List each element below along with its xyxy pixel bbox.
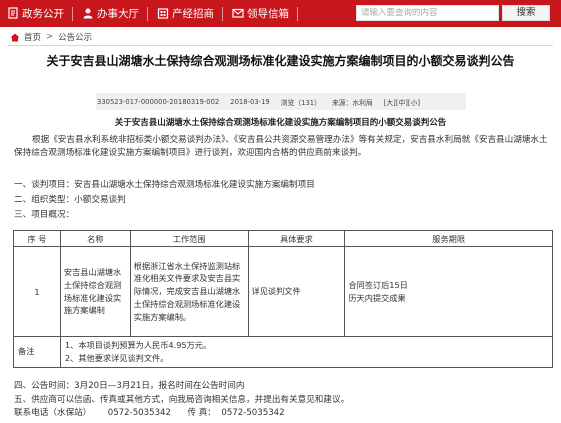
search-input[interactable]: 请输入要查询的内容 (356, 5, 499, 21)
cell-scope: 根据浙江省水土保持监测站标准化相关文件要求及安吉县实际情况，完成安吉县山湖塘水土… (129, 246, 249, 337)
note-label: 备注 (13, 336, 61, 368)
view-count: 浏览（131） (280, 98, 321, 107)
font-size-switch[interactable]: [大][中][小] (384, 97, 420, 107)
item-organization-type: 二、组织类型：小额交易谈判 (14, 195, 126, 205)
item-project: 一、谈判项目：安吉县山湖塘水土保持综合观测场标准化建设实施方案编制项目 (14, 180, 315, 190)
nav-item-investment[interactable]: 产经招商 (148, 0, 222, 27)
period-text: 合同签订后15日历天内提交成果 (348, 279, 408, 303)
breadcrumb-separator: > (46, 32, 54, 42)
nav-label: 领导信箱 (247, 8, 289, 20)
document-icon (6, 7, 19, 20)
search-button[interactable]: 搜索 (502, 5, 550, 21)
item-overview: 三、项目概况： (14, 210, 75, 220)
article-meta-bar: 330523-017-000000-20180319-002 2018-03-1… (96, 93, 466, 110)
nav-item-leader-mailbox[interactable]: 领导信箱 (223, 0, 297, 27)
publish-date: 2018-03-19 (230, 97, 270, 106)
divider (8, 45, 553, 46)
item-supplier-contact: 五、供应商可以信函、传真或其他方式，向我局咨询相关信息，并提出有关意见和建议。 (14, 395, 350, 405)
nav-item-gov-affairs[interactable]: 政务公开 (0, 0, 72, 27)
table-header: 工作范围 (129, 230, 249, 247)
table-header: 名称 (59, 230, 131, 247)
note-line: 1、本项目谈判预算为人民币4.95万元。 (64, 340, 212, 350)
table-header: 具体要求 (247, 230, 346, 247)
building-icon (156, 7, 169, 20)
breadcrumb-section-link[interactable]: 公告公示 (58, 31, 92, 43)
user-icon (81, 7, 94, 20)
table-header: 服务期限 (344, 230, 553, 247)
project-table: 序 号 名称 工作范围 具体要求 服务期限 1 安吉县山湖塘水土保持综合观测场标… (13, 230, 554, 368)
note-content: 1、本项目谈判预算为人民币4.95万元。 2、其他要求详见谈判文件。 (59, 336, 554, 368)
cell-number: 1 (13, 246, 61, 337)
page-title: 关于安吉县山湖塘水土保持综合观测场标准化建设实施方案编制项目的小额交易谈判公告 (46, 54, 515, 68)
nav-label: 政务公开 (22, 8, 64, 20)
nav-divider (297, 6, 298, 21)
source: 来源：水利局 (331, 98, 373, 107)
article-subtitle: 关于安吉县山湖塘水土保持综合观测场标准化建设实施方案编制项目的小额交易谈判公告 (114, 118, 447, 128)
home-icon (10, 33, 20, 41)
table-note-row: 备注 1、本项目谈判预算为人民币4.95万元。 2、其他要求详见谈判文件。 (13, 336, 554, 368)
table-header: 序 号 (13, 230, 61, 247)
doc-number: 330523-017-000000-20180319-002 (97, 97, 220, 106)
nav-item-service-hall[interactable]: 办事大厅 (73, 0, 147, 27)
cell-name: 安吉县山湖塘水土保持综合观测场标准化建设实施方案编制 (59, 246, 131, 337)
envelope-icon (231, 7, 244, 20)
cell-requirement: 详见谈判文件 (247, 246, 346, 337)
item-notice-time: 四、公告时间：3月20日—3月21日，报名时间在公告时间内 (14, 381, 245, 391)
breadcrumb: 首页 > 公告公示 (10, 31, 92, 43)
breadcrumb-home-link[interactable]: 首页 (24, 31, 41, 43)
cell-period: 合同签订后15日历天内提交成果 (344, 246, 553, 337)
table-header-row: 序 号 名称 工作范围 具体要求 服务期限 (13, 230, 553, 247)
note-line: 2、其他要求详见谈判文件。 (64, 352, 169, 363)
nav-label: 办事大厅 (97, 8, 139, 20)
table-row: 1 安吉县山湖塘水土保持综合观测场标准化建设实施方案编制 根据浙江省水土保持监测… (13, 246, 553, 337)
intro-paragraph: 根据《安吉县水利系统非招标类小额交易谈判办法》、《安吉县公共资源交易管理办法》等… (14, 135, 548, 158)
contact-info: 联系电话（水保站） 0572-5035342 传 真： 0572-5035342 (14, 408, 285, 418)
nav-label: 产经招商 (172, 8, 214, 20)
